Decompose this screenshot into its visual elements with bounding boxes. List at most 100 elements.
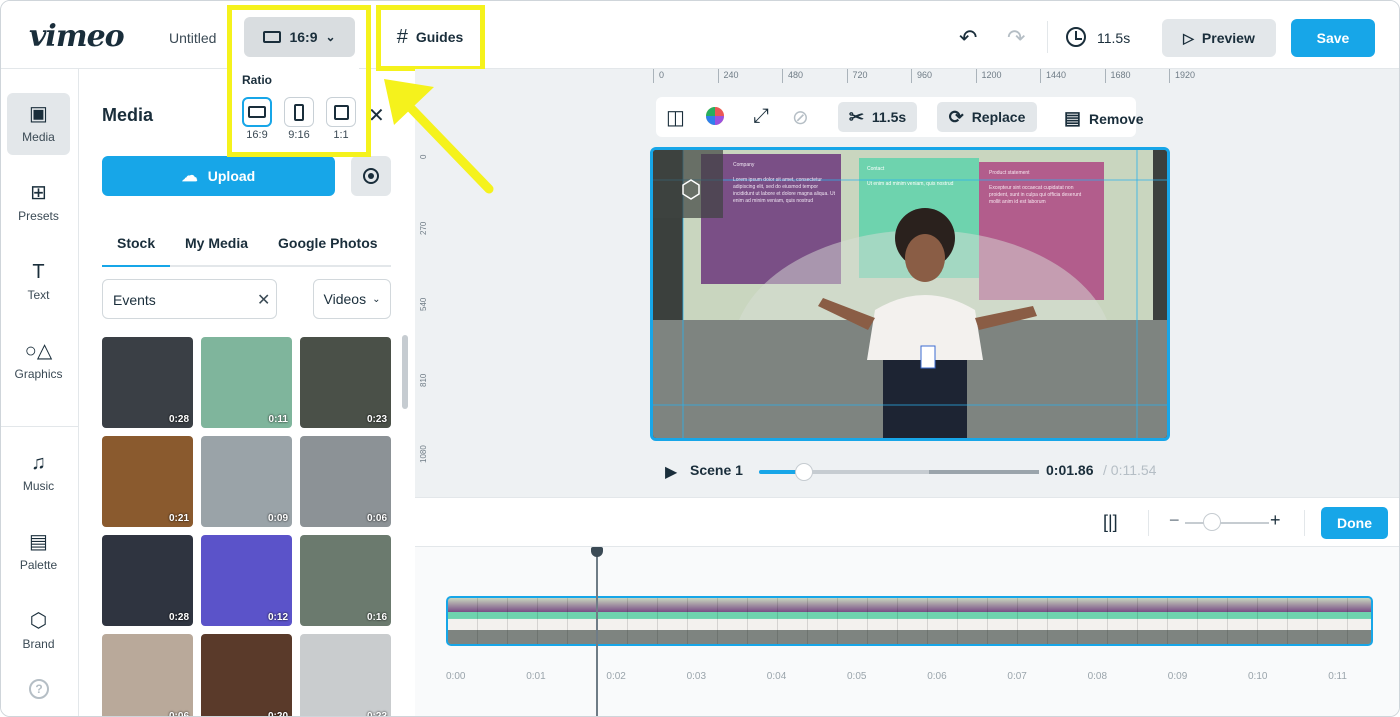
play-icon[interactable]: ▶ <box>665 462 677 482</box>
clip-frame <box>1078 598 1108 644</box>
cloud-upload-icon: ☁ <box>181 168 198 185</box>
thumbnail-duration: 0:16 <box>366 612 387 623</box>
undo-icon[interactable]: ↶ <box>959 25 977 51</box>
rail-item-presets[interactable]: ⊞ Presets <box>7 172 70 234</box>
scrubber-handle[interactable] <box>795 463 814 481</box>
rail-item-palette[interactable]: ▤ Palette <box>7 521 70 583</box>
clip-frame <box>988 598 1018 644</box>
preview-button[interactable]: ▷ Preview <box>1162 19 1276 57</box>
remove-button[interactable]: ▤ Remove <box>1064 108 1143 129</box>
video-preview[interactable]: Company Lorem ipsum dolor sit amet, cons… <box>650 147 1170 441</box>
color-wheel-icon[interactable] <box>705 106 725 132</box>
scene-label: Scene 1 <box>690 462 743 478</box>
ratio-option-1-1[interactable] <box>326 97 356 127</box>
panel-title: Media <box>102 105 154 125</box>
search-input[interactable]: Events ✕ <box>102 279 277 319</box>
playhead[interactable] <box>596 547 598 716</box>
redo-icon[interactable]: ↷ <box>1007 25 1025 51</box>
project-duration: 11.5s <box>1097 30 1131 46</box>
zoom-slider[interactable] <box>1185 522 1269 524</box>
help-icon[interactable]: ? <box>29 679 49 699</box>
trim-button[interactable]: ✂ 11.5s <box>838 102 917 132</box>
media-thumbnail[interactable]: 0:16 <box>300 535 391 626</box>
replace-button[interactable]: ⟳ Replace <box>937 102 1037 132</box>
clip-frame <box>1288 598 1318 644</box>
vimeo-logo[interactable]: vimeo <box>29 19 125 54</box>
tab-google-photos[interactable]: Google Photos <box>278 235 378 251</box>
zoom-out-icon[interactable]: − <box>1169 510 1180 531</box>
image-icon: ▣ <box>29 103 48 125</box>
portrait-icon <box>294 103 304 121</box>
media-thumbnail[interactable]: 0:11 <box>201 337 292 428</box>
timeline-tick: 0:09 <box>1167 671 1188 682</box>
ruler-tick: 1080 <box>419 445 428 463</box>
aspect-ratio-button[interactable]: 16:9 ⌄ <box>244 17 355 57</box>
rail-item-graphics[interactable]: ○△ Graphics <box>7 330 70 392</box>
tab-stock[interactable]: Stock <box>117 235 155 251</box>
zoom-in-icon[interactable]: + <box>1270 510 1281 531</box>
clip-frame <box>928 598 958 644</box>
media-thumbnail[interactable]: 0:06 <box>102 634 193 716</box>
clear-icon[interactable]: ✕ <box>257 290 270 310</box>
timeline-tick: 0:07 <box>1007 671 1027 682</box>
ruler-tick: 960 <box>911 69 932 83</box>
video-clip-track[interactable] <box>446 596 1373 646</box>
panel-scrollbar[interactable] <box>402 335 408 409</box>
ratio-option-9-16[interactable] <box>284 97 314 127</box>
unlink-icon: ⊘ <box>792 107 809 129</box>
upload-label: Upload <box>207 168 256 184</box>
rail-item-label: Palette <box>19 558 58 572</box>
media-thumbnail[interactable]: 0:21 <box>102 436 193 527</box>
thumbnail-duration: 0:28 <box>168 414 189 425</box>
tab-my-media[interactable]: My Media <box>185 235 248 251</box>
playhead-handle[interactable] <box>591 547 603 557</box>
media-thumbnail[interactable]: 0:28 <box>102 535 193 626</box>
thumbnail-duration: 0:28 <box>168 612 189 623</box>
clip-frame <box>538 598 568 644</box>
slide-body: Lorem ipsum dolor sit amet, consectetur … <box>733 177 836 204</box>
total-time: / 0:11.54 <box>1103 462 1157 478</box>
split-icon[interactable]: [|] <box>1103 512 1118 533</box>
project-title[interactable]: Untitled <box>169 30 216 46</box>
scissors-icon: ✂ <box>848 106 864 127</box>
media-thumbnail[interactable]: 0:12 <box>201 535 292 626</box>
clip-frame <box>868 598 898 644</box>
zoom-handle[interactable] <box>1203 513 1222 531</box>
chevron-down-icon: ⌄ <box>325 30 336 44</box>
rail-item-text[interactable]: T Text <box>7 251 70 313</box>
timeline-controls: [|] − + Done <box>415 497 1399 547</box>
scene-scrubber[interactable] <box>759 463 1039 481</box>
ruler-tick: 720 <box>846 69 868 83</box>
rail-item-media[interactable]: ▣ Media <box>7 93 70 155</box>
expand-icon[interactable]: ⤢ <box>753 105 769 128</box>
timeline-tick: 0:11 <box>1328 671 1347 682</box>
timeline-tick: 0:00 <box>446 671 466 682</box>
media-thumbnail[interactable]: 0:09 <box>201 436 292 527</box>
guides-button[interactable]: # Guides <box>384 17 476 57</box>
timeline-tick: 0:02 <box>606 671 626 682</box>
media-type-value: Videos <box>323 291 367 307</box>
timeline-tick: 0:08 <box>1087 671 1108 682</box>
save-button[interactable]: Save <box>1291 19 1375 57</box>
ruler-tick: 480 <box>782 69 803 83</box>
rail-item-music[interactable]: ♫ Music <box>7 442 70 504</box>
media-thumbnail[interactable]: 0:20 <box>201 634 292 716</box>
ratio-option-16-9[interactable] <box>242 97 272 127</box>
done-button[interactable]: Done <box>1321 507 1388 539</box>
ratio-option-label: 16:9 <box>246 129 268 141</box>
media-thumbnail[interactable]: 0:06 <box>300 436 391 527</box>
rail-item-label: Music <box>22 479 55 493</box>
media-thumbnail[interactable]: 0:23 <box>300 337 391 428</box>
clip-frame <box>958 598 988 644</box>
media-thumbnail[interactable]: 0:28 <box>102 337 193 428</box>
upload-button[interactable]: ☁ Upload <box>102 156 335 196</box>
layout-icon[interactable]: ◫ <box>666 105 685 130</box>
slide-body: Excepteur sint occaecat cupidatat non pr… <box>989 185 1082 205</box>
ratio-rect-icon <box>263 31 282 43</box>
hash-icon: # <box>396 25 408 48</box>
rail-item-brand[interactable]: ⬡ Brand <box>7 600 70 662</box>
editor-window: vimeo Untitled 16:9 ⌄ # Guides ↶ ↷ 11.5s… <box>0 0 1400 717</box>
media-thumbnail[interactable]: 0:23 <box>300 634 391 716</box>
media-type-select[interactable]: Videos ⌄ <box>313 279 391 319</box>
clip-frame <box>1258 598 1288 644</box>
